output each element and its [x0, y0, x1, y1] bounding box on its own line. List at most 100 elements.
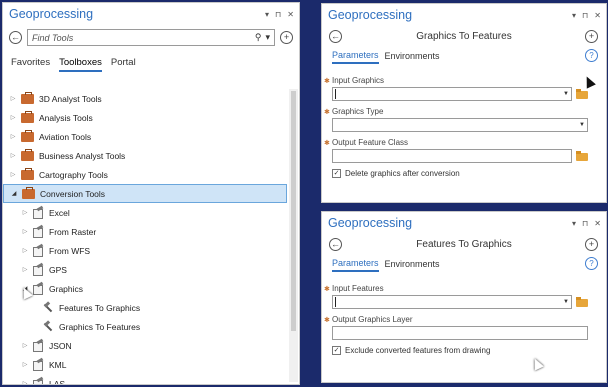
toolbox-item[interactable]: ▷ Cartography Tools [3, 165, 287, 184]
toolset-icon [33, 264, 45, 276]
plus-circle-icon[interactable]: + [585, 30, 598, 43]
tool-item[interactable]: Features To Graphics [3, 298, 287, 317]
scrollbar-thumb[interactable] [291, 91, 296, 331]
window-controls: ▾ ⊓ ✕ [572, 219, 601, 228]
toolbox-icon [21, 167, 34, 180]
toolset-item[interactable]: ▷ From WFS [3, 241, 287, 260]
pane-menu-icon[interactable]: ▾ [572, 11, 576, 20]
input-features-field[interactable]: ▼ [332, 295, 572, 309]
search-row: ← Find Tools ⚲ ▾ + [3, 25, 299, 50]
tab-environments[interactable]: Environments [385, 259, 440, 271]
plus-circle-icon[interactable]: + [280, 31, 293, 44]
folder-icon[interactable] [576, 297, 589, 307]
pane-titlebar: Geoprocessing ▾ ⊓ ✕ [322, 4, 606, 26]
toolbox-item[interactable]: ▷ Analysis Tools [3, 108, 287, 127]
toolset-icon [33, 283, 45, 295]
pin-icon[interactable]: ⊓ [275, 10, 281, 19]
pane-menu-icon[interactable]: ▾ [572, 219, 576, 228]
tab-parameters[interactable]: Parameters [332, 50, 379, 64]
tab-toolboxes[interactable]: Toolboxes [59, 57, 102, 72]
toolset-item[interactable]: ▷ KML [3, 355, 287, 374]
collapsed-arrow-icon[interactable]: ▷ [21, 342, 29, 349]
scrollbar[interactable] [289, 89, 298, 382]
toolset-icon [33, 359, 45, 371]
toolbox-item[interactable]: ▷ Aviation Tools [3, 127, 287, 146]
tree-item-label: Graphics To Features [59, 321, 141, 332]
tool-tabs: Parameters Environments ? [322, 47, 606, 64]
toolset-item[interactable]: ▷ From Raster [3, 222, 287, 241]
chevron-down-icon[interactable]: ▼ [563, 91, 569, 97]
close-icon[interactable]: ✕ [287, 10, 294, 19]
toolset-item[interactable]: ▷ Excel [3, 203, 287, 222]
pin-icon[interactable]: ⊓ [582, 11, 588, 20]
tab-parameters[interactable]: Parameters [332, 258, 379, 272]
pane-title: Geoprocessing [9, 7, 94, 21]
collapsed-arrow-icon[interactable]: ▷ [9, 95, 17, 102]
hammer-icon [43, 321, 54, 332]
tool-item[interactable]: Graphics To Features [3, 317, 287, 336]
toolset-item[interactable]: ◢ Graphics [3, 279, 287, 298]
folder-icon[interactable] [576, 89, 589, 99]
toolbox-item[interactable]: ▷ 3D Analyst Tools [3, 89, 287, 108]
collapsed-arrow-icon[interactable]: ▷ [9, 114, 17, 121]
plus-circle-icon[interactable]: + [585, 238, 598, 251]
help-icon[interactable]: ? [585, 257, 598, 270]
exclude-features-option[interactable]: ✓ Exclude converted features from drawin… [332, 346, 596, 355]
input-graphics-label: Input Graphics [332, 76, 385, 85]
collapsed-arrow-icon[interactable]: ▷ [9, 152, 17, 159]
chevron-down-icon[interactable]: ▼ [563, 299, 569, 305]
collapsed-arrow-icon[interactable]: ▷ [21, 380, 29, 384]
tree-item-label: JSON [49, 340, 72, 351]
close-icon[interactable]: ✕ [594, 219, 601, 228]
toolbox-icon [21, 148, 34, 161]
collapsed-arrow-icon[interactable]: ▷ [21, 266, 29, 273]
delete-graphics-option[interactable]: ✓ Delete graphics after conversion [332, 169, 596, 178]
tree-item-label: Graphics [49, 283, 84, 294]
chevron-down-icon[interactable]: ▼ [579, 122, 585, 128]
expanded-arrow-icon[interactable]: ◢ [10, 190, 18, 197]
help-icon[interactable]: ? [585, 49, 598, 62]
pane-menu-icon[interactable]: ▾ [265, 10, 269, 19]
tree-item-label: From WFS [49, 245, 91, 256]
output-graphics-layer-field[interactable] [332, 326, 588, 340]
search-icon[interactable]: ⚲ [255, 32, 262, 43]
toolbox-item[interactable]: ◢ Conversion Tools [3, 184, 287, 203]
collapsed-arrow-icon[interactable]: ▷ [21, 361, 29, 368]
graphics-type-row: ▼ [332, 118, 596, 132]
output-feature-class-field[interactable] [332, 149, 572, 163]
collapsed-arrow-icon[interactable]: ▷ [21, 209, 29, 216]
tab-portal[interactable]: Portal [111, 57, 136, 72]
close-icon[interactable]: ✕ [594, 11, 601, 20]
collapsed-arrow-icon[interactable]: ▷ [21, 228, 29, 235]
window-controls: ▾ ⊓ ✕ [572, 11, 601, 20]
pin-icon[interactable]: ⊓ [582, 219, 588, 228]
graphics-type-dropdown[interactable]: ▼ [332, 118, 588, 132]
graphics-to-features-pane: Geoprocessing ▾ ⊓ ✕ ← Graphics To Featur… [321, 3, 607, 203]
output-feature-class-label: Output Feature Class [332, 138, 409, 147]
collapsed-arrow-icon[interactable]: ▷ [21, 247, 29, 254]
toolset-item[interactable]: ▷ LAS [3, 374, 287, 384]
input-graphics-field[interactable]: ▼ [332, 87, 572, 101]
output-graphics-layer-row [332, 326, 596, 340]
tab-environments[interactable]: Environments [385, 51, 440, 63]
back-arrow-icon[interactable]: ← [9, 31, 22, 44]
tool-name: Graphics To Features [416, 31, 512, 42]
required-marker: ✱ [324, 285, 330, 293]
toolset-item[interactable]: ▷ GPS [3, 260, 287, 279]
tab-favorites[interactable]: Favorites [11, 57, 50, 72]
search-input[interactable]: Find Tools ⚲ ▾ [27, 29, 275, 46]
tool-header: ← Features To Graphics + [322, 234, 606, 255]
folder-icon[interactable] [576, 151, 589, 161]
tree-item-label: KML [49, 359, 67, 370]
pane-titlebar: Geoprocessing ▾ ⊓ ✕ [322, 212, 606, 234]
collapsed-arrow-icon[interactable]: ▷ [9, 133, 17, 140]
toolset-item[interactable]: ▷ JSON [3, 336, 287, 355]
required-marker: ✱ [324, 316, 330, 324]
collapsed-arrow-icon[interactable]: ▷ [9, 171, 17, 178]
search-options-dropdown[interactable]: ▾ [265, 32, 270, 43]
exclude-features-checkbox[interactable]: ✓ [332, 346, 341, 355]
delete-graphics-checkbox[interactable]: ✓ [332, 169, 341, 178]
toolbox-item[interactable]: ▷ Business Analyst Tools [3, 146, 287, 165]
tool-header: ← Graphics To Features + [322, 26, 606, 47]
toolbox-tree: ▷ 3D Analyst Tools ▷ Analysis Tools ▷ Aviatio… [3, 89, 287, 384]
